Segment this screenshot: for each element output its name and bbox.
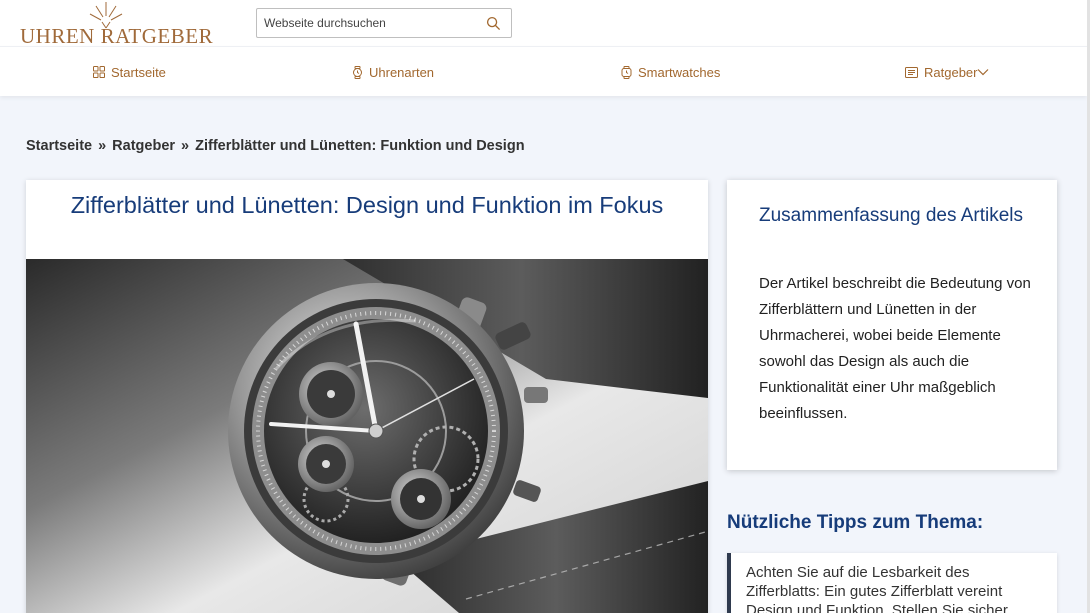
smartwatch-icon	[621, 65, 632, 79]
top-header: UHREN RATGEBER	[0, 0, 1090, 48]
chronograph-watch-image	[26, 259, 708, 613]
tips-title: Nützliche Tipps zum Thema:	[727, 512, 984, 533]
article-card: Zifferblätter und Lünetten: Design und F…	[26, 180, 708, 613]
nav-label-startseite: Startseite	[111, 64, 166, 80]
list-icon	[905, 66, 918, 78]
summary-title: Zusammenfassung des Artikels	[759, 205, 1024, 226]
search-icon[interactable]	[486, 16, 501, 31]
main-navigation: Startseite Uhrenarten Smartwatches Ratge…	[0, 46, 1087, 96]
tip-text: Achten Sie auf die Lesbarkeit des Ziffer…	[746, 564, 1012, 613]
nav-label-smartwatches: Smartwatches	[638, 64, 721, 80]
article-hero-image	[26, 259, 708, 613]
summary-text: Der Artikel beschreibt die Bedeutung von…	[759, 275, 1031, 422]
breadcrumb-link-ratgeber[interactable]: Ratgeber	[112, 138, 175, 154]
nav-item-smartwatches[interactable]: Smartwatches	[621, 47, 720, 97]
nav-item-uhrenarten[interactable]: Uhrenarten	[352, 47, 434, 97]
search-box	[256, 8, 512, 38]
breadcrumb: Startseite » Ratgeber » Zifferblätter und Lü…	[26, 138, 525, 154]
grid-icon	[93, 66, 105, 78]
watch-icon	[353, 65, 362, 79]
breadcrumb-separator: »	[98, 138, 107, 154]
breadcrumb-current: Zifferblätter und Lünetten: Funktion und…	[195, 138, 525, 154]
site-logo[interactable]: UHREN RATGEBER	[20, 0, 213, 48]
breadcrumb-separator: »	[181, 138, 190, 154]
summary-card: Zusammenfassung des Artikels Der Artikel…	[727, 180, 1057, 470]
nav-label-ratgeber: Ratgeber	[924, 64, 978, 80]
search-input[interactable]	[257, 10, 477, 36]
nav-label-uhrenarten: Uhrenarten	[369, 64, 435, 80]
nav-item-startseite[interactable]: Startseite	[93, 47, 166, 97]
article-title: Zifferblätter und Lünetten: Design und F…	[70, 192, 664, 218]
breadcrumb-link-startseite[interactable]: Startseite	[26, 138, 92, 154]
chevron-down-icon[interactable]	[977, 68, 989, 76]
tip-card: Achten Sie auf die Lesbarkeit des Ziffer…	[727, 553, 1057, 613]
nav-item-ratgeber[interactable]: Ratgeber	[905, 47, 989, 97]
